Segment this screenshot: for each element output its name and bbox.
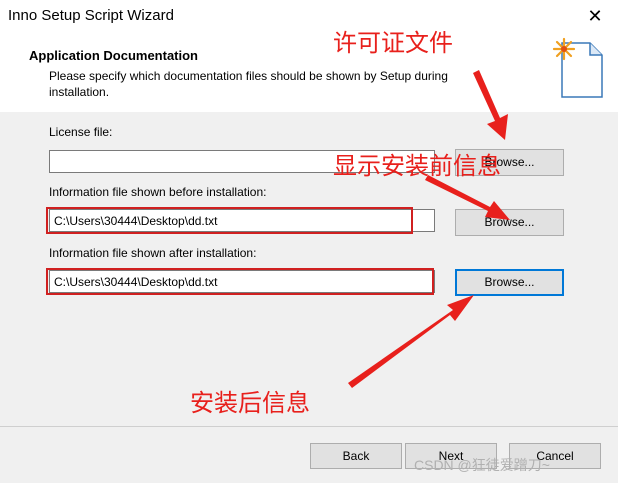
- page-header: Application Documentation Please specify…: [0, 32, 618, 112]
- license-file-label: License file:: [49, 125, 113, 139]
- annotation-license: 许可证文件: [333, 29, 453, 57]
- page-description: Please specify which documentation files…: [49, 69, 448, 99]
- info-after-input[interactable]: [49, 270, 435, 293]
- annotation-after: 安装后信息: [190, 389, 310, 417]
- wizard-document-icon: [552, 37, 603, 98]
- info-before-label: Information file shown before installati…: [49, 185, 267, 199]
- back-button[interactable]: Back: [310, 443, 402, 469]
- page-title: Application Documentation: [29, 48, 198, 63]
- info-after-browse-button[interactable]: Browse...: [455, 269, 564, 296]
- footer-separator: [0, 426, 618, 427]
- info-before-input[interactable]: [49, 209, 435, 232]
- watermark: CSDN @狂徒爱蹭刀~: [414, 457, 550, 473]
- title-bar: Inno Setup Script Wizard ✕: [0, 0, 618, 32]
- info-after-label: Information file shown after installatio…: [49, 246, 257, 260]
- window-title: Inno Setup Script Wizard: [8, 7, 174, 24]
- annotation-before: 显示安装前信息: [333, 152, 501, 180]
- info-before-browse-button[interactable]: Browse...: [455, 209, 564, 236]
- close-icon[interactable]: ✕: [572, 0, 618, 32]
- wizard-window: Inno Setup Script Wizard ✕ Application D…: [0, 0, 618, 483]
- arrow-after: [348, 295, 474, 388]
